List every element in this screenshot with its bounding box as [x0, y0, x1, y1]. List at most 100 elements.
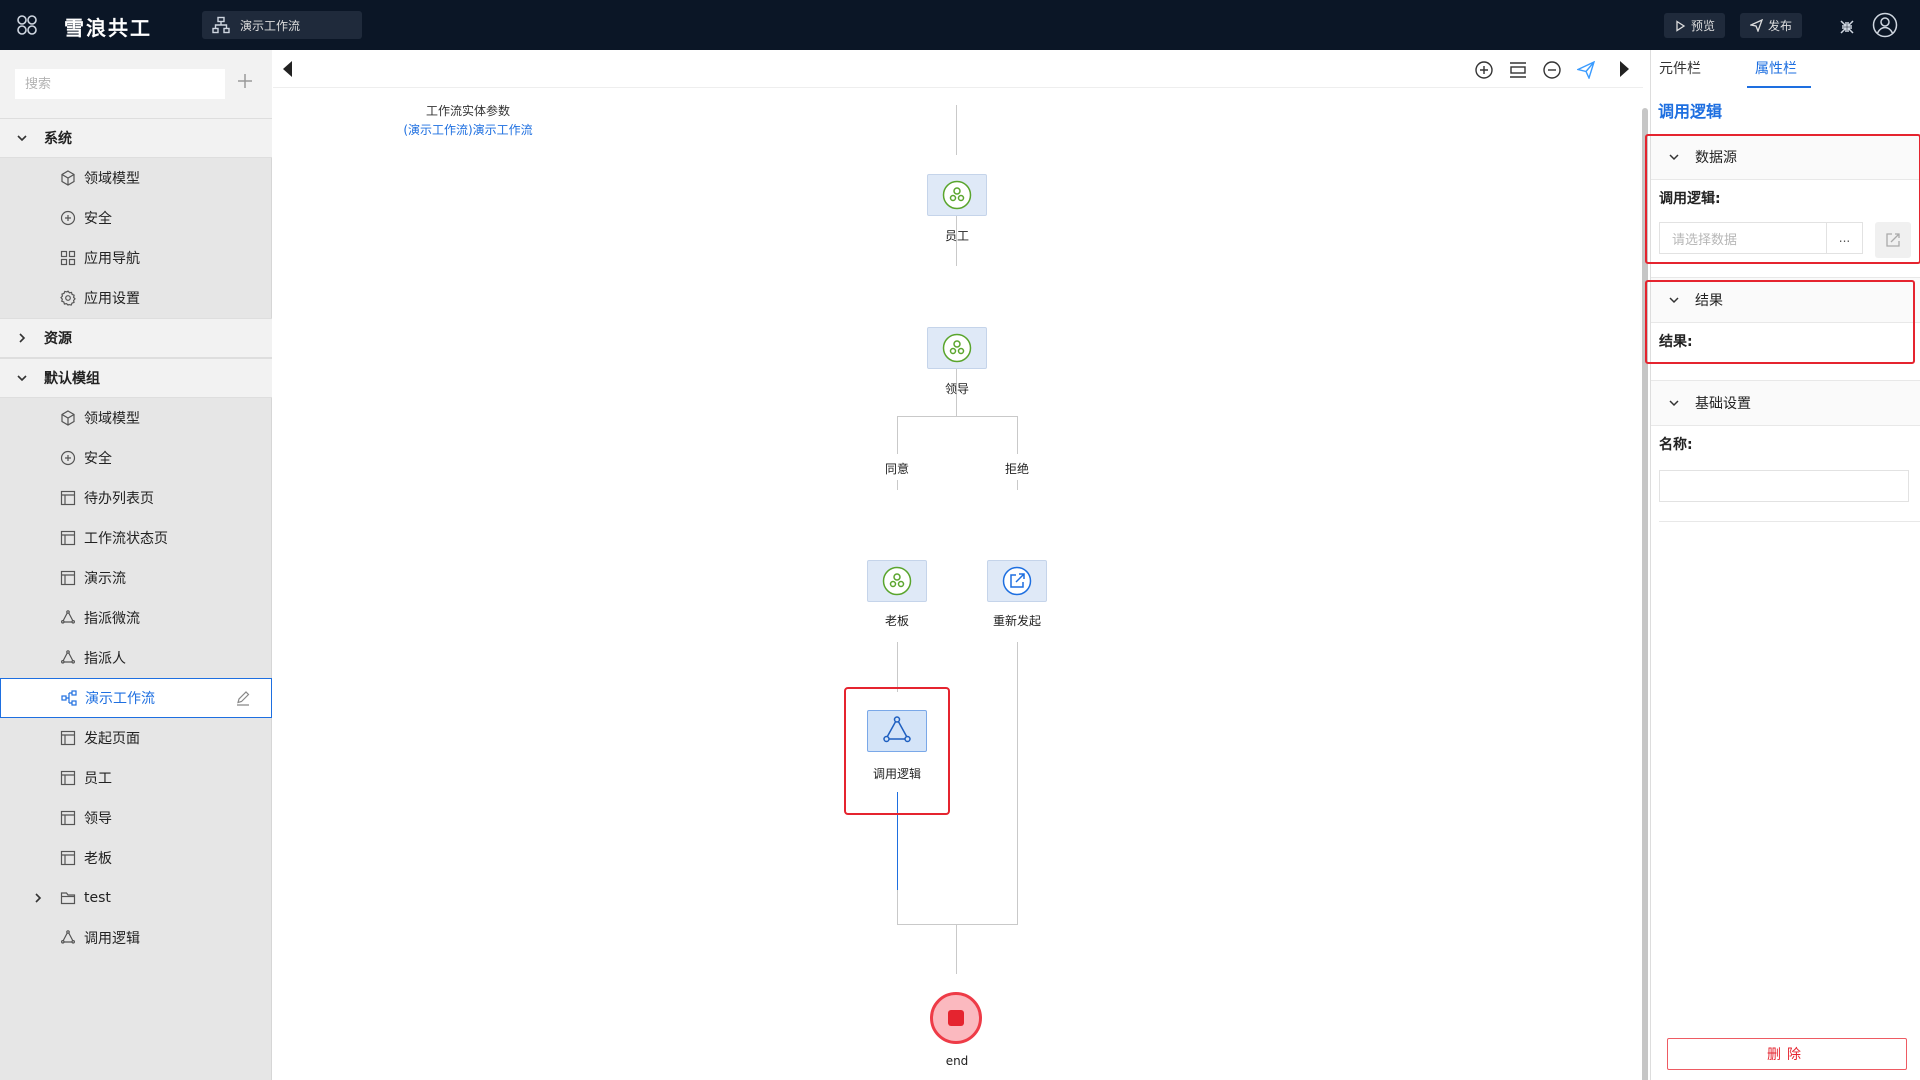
- zoom-in-icon[interactable]: [1473, 59, 1495, 81]
- tab-components[interactable]: 元件栏: [1659, 58, 1701, 78]
- connector-line: [897, 416, 1017, 417]
- collapse-left-icon[interactable]: [277, 58, 299, 80]
- connector-line: [1017, 642, 1018, 924]
- tree-item-label: 员工: [84, 771, 112, 787]
- hierarchy-icon: [212, 16, 230, 34]
- node-end[interactable]: [930, 992, 982, 1044]
- edit-pencil-icon[interactable]: [235, 690, 253, 708]
- tree-item-assign-microflow[interactable]: 指派微流: [0, 598, 272, 638]
- connector-line: [1017, 480, 1018, 490]
- page-layout-icon: [58, 568, 78, 588]
- tree-item-demo-flow[interactable]: 演示流: [0, 558, 272, 598]
- node-employee[interactable]: [927, 174, 987, 216]
- node-leader-label: 领导: [944, 382, 969, 396]
- tree-item-label: 待办列表页: [84, 491, 154, 507]
- restart-icon: [1002, 566, 1032, 596]
- result-highlight: [1645, 280, 1915, 364]
- tree-item-label: 领域模型: [84, 171, 140, 187]
- connector-line: [1017, 416, 1018, 454]
- fit-view-icon[interactable]: [1507, 59, 1529, 81]
- tree-item-label: test: [84, 890, 111, 906]
- publish-label: 发布: [1768, 19, 1793, 33]
- tree-item-employee[interactable]: 员工: [0, 758, 272, 798]
- chevron-down-icon: [1667, 396, 1681, 410]
- tree-item-security-2[interactable]: 安全: [0, 438, 272, 478]
- chevron-down-icon: [14, 370, 30, 386]
- node-boss[interactable]: [867, 560, 927, 602]
- tree-item-demo-workflow[interactable]: 演示工作流: [0, 678, 272, 718]
- tree-item-leader[interactable]: 领导: [0, 798, 272, 838]
- sidebar: 系统 领域模型 安全 应用导航 应用设置 资源 默认模组: [0, 50, 272, 1080]
- tree-item-assignee[interactable]: 指派人: [0, 638, 272, 678]
- chevron-down-icon: [14, 130, 30, 146]
- tree-item-test-folder[interactable]: test: [0, 878, 272, 918]
- node-end-label: end: [945, 1054, 969, 1068]
- current-workflow-tab[interactable]: 演示工作流: [202, 11, 362, 39]
- entity-param: 工作流实体参数 (演示工作流)演示工作流: [393, 102, 543, 140]
- workflow-canvas[interactable]: 工作流实体参数 (演示工作流)演示工作流 员工 领导 同意 拒绝 老板 重新发起…: [273, 50, 1648, 1080]
- tree-item-boss[interactable]: 老板: [0, 838, 272, 878]
- grid-icon: [58, 248, 78, 268]
- add-icon[interactable]: [236, 72, 254, 90]
- tree-item-label: 老板: [84, 851, 112, 867]
- connector-line: [897, 642, 898, 692]
- group-label: 系统: [44, 131, 72, 147]
- delete-button[interactable]: 删除: [1667, 1038, 1907, 1070]
- microflow-icon: [58, 608, 78, 628]
- tree-item-domain-model-2[interactable]: 领域模型: [0, 398, 272, 438]
- search-input[interactable]: [15, 69, 225, 99]
- chevron-right-icon: [30, 890, 46, 906]
- branch-reject-label: 拒绝: [1004, 462, 1029, 476]
- chevron-right-icon: [14, 330, 30, 346]
- tree-item-label: 演示工作流: [85, 691, 155, 707]
- tree-item-todo-list-page[interactable]: 待办列表页: [0, 478, 272, 518]
- publish-button[interactable]: 发布: [1740, 13, 1803, 38]
- group-label: 资源: [44, 331, 72, 347]
- page-layout-icon: [58, 848, 78, 868]
- tree-item-label: 领域模型: [84, 411, 140, 427]
- collapse-icon[interactable]: [1838, 18, 1856, 36]
- gear-icon: [58, 288, 78, 308]
- name-field-label: 名称:: [1659, 437, 1693, 453]
- collapse-right-icon[interactable]: [1613, 58, 1635, 80]
- entity-param-link[interactable]: (演示工作流)演示工作流: [393, 121, 543, 140]
- group-default-module[interactable]: 默认模组: [0, 358, 272, 398]
- node-restart[interactable]: [987, 560, 1047, 602]
- tree-item-label: 安全: [84, 211, 112, 227]
- tree-item-app-settings[interactable]: 应用设置: [0, 278, 272, 318]
- tree-item-app-nav[interactable]: 应用导航: [0, 238, 272, 278]
- tree-item-label: 工作流状态页: [84, 531, 168, 547]
- tree-item-label: 安全: [84, 451, 112, 467]
- properties-panel: 元件栏 属性栏 调用逻辑 数据源 调用逻辑: 请选择数据 ... 结果 结果: …: [1645, 50, 1920, 1080]
- tree-item-workflow-status-page[interactable]: 工作流状态页: [0, 518, 272, 558]
- connector-line: [956, 105, 957, 155]
- tree-item-label: 演示流: [84, 571, 126, 587]
- zoom-out-icon[interactable]: [1541, 59, 1563, 81]
- user-avatar-icon[interactable]: [1872, 12, 1898, 38]
- group-resources[interactable]: 资源: [0, 318, 272, 358]
- tree-item-call-logic[interactable]: 调用逻辑: [0, 918, 272, 958]
- play-icon: [1676, 19, 1686, 32]
- user-task-icon: [882, 566, 912, 596]
- canvas-toolbar: [273, 50, 1643, 88]
- node-leader[interactable]: [927, 327, 987, 369]
- panel-tabs: 元件栏 属性栏: [1651, 50, 1920, 88]
- user-task-icon: [942, 333, 972, 363]
- tab-properties[interactable]: 属性栏: [1755, 58, 1797, 78]
- page-layout-icon: [58, 488, 78, 508]
- connector-line: [956, 924, 957, 974]
- group-system[interactable]: 系统: [0, 118, 272, 158]
- tree-item-domain-model[interactable]: 领域模型: [0, 158, 272, 198]
- tree-item-security[interactable]: 安全: [0, 198, 272, 238]
- tree-item-label: 指派微流: [84, 611, 140, 627]
- cube-icon: [58, 168, 78, 188]
- tree-item-start-page[interactable]: 发起页面: [0, 718, 272, 758]
- user-task-icon: [942, 180, 972, 210]
- section-basic[interactable]: 基础设置: [1651, 380, 1920, 426]
- app-grid-icon[interactable]: [14, 12, 40, 38]
- send-icon: [1750, 19, 1763, 32]
- send-plane-icon[interactable]: [1575, 59, 1597, 81]
- preview-button[interactable]: 预览: [1664, 13, 1726, 38]
- name-input[interactable]: [1659, 470, 1909, 502]
- shield-plus-icon: [58, 208, 78, 228]
